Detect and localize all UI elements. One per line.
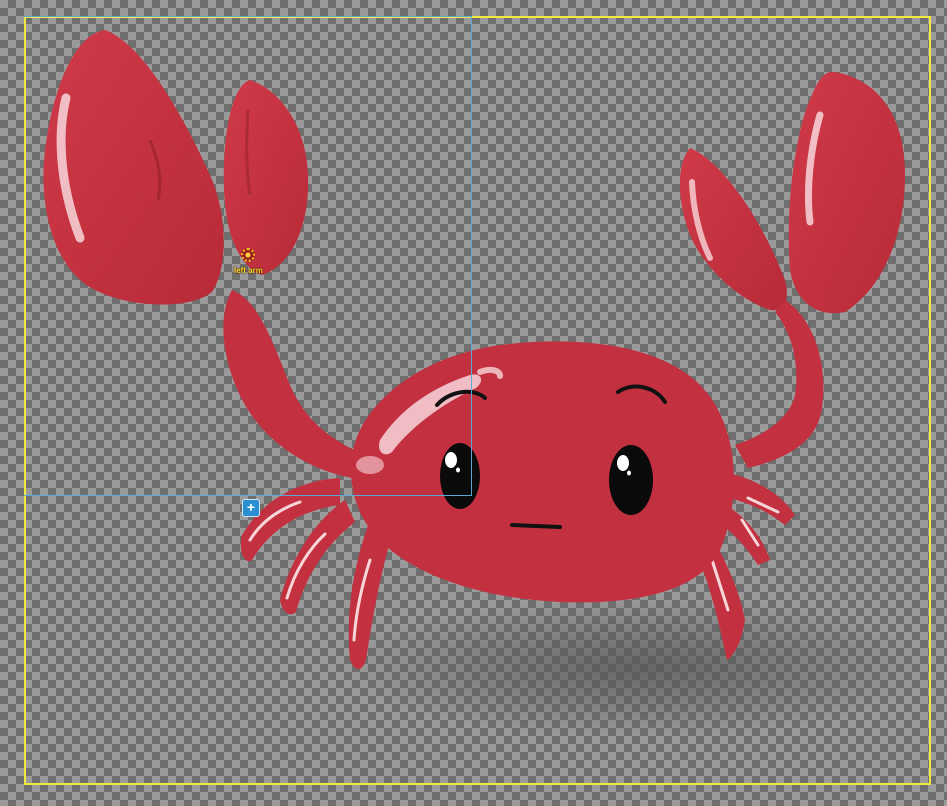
left-arm-segment[interactable] bbox=[223, 290, 365, 478]
canvas-viewport[interactable]: left arm + bbox=[0, 0, 947, 806]
crab-body[interactable] bbox=[351, 341, 734, 603]
pivot-target-icon[interactable] bbox=[241, 248, 255, 262]
plus-icon[interactable]: + bbox=[242, 499, 260, 517]
mouth bbox=[510, 523, 562, 529]
bone-label: left arm bbox=[234, 266, 263, 275]
right-claw[interactable] bbox=[679, 71, 905, 314]
crab-artwork[interactable] bbox=[0, 0, 947, 806]
ground-shadow bbox=[340, 598, 940, 738]
right-arm-segment[interactable] bbox=[735, 300, 824, 468]
left-eye bbox=[440, 443, 480, 509]
right-eye bbox=[609, 445, 653, 515]
left-claw[interactable] bbox=[43, 30, 309, 305]
